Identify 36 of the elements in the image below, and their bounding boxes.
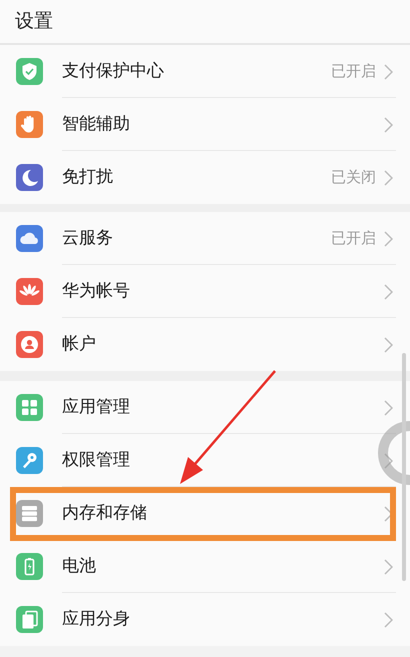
chevron-icon <box>384 506 393 522</box>
row-label: 电池 <box>62 554 96 578</box>
chevron-icon <box>384 400 393 416</box>
chevron-icon <box>384 452 393 468</box>
row-label: 云服务 <box>62 226 113 250</box>
row-label: 应用分身 <box>62 608 130 631</box>
chevron-icon <box>384 284 393 300</box>
row-label: 免打扰 <box>62 166 113 189</box>
settings-row[interactable]: 应用分身 <box>0 593 410 646</box>
status-text: 已开启 <box>331 61 376 82</box>
chevron-icon <box>384 336 393 352</box>
settings-row[interactable]: 免打扰 已关闭 <box>0 151 410 204</box>
chevron-icon <box>384 116 393 132</box>
settings-row[interactable]: 应用管理 <box>0 381 410 434</box>
row-label: 内存和存储 <box>62 502 147 525</box>
status-text: 已关闭 <box>331 167 376 188</box>
settings-row[interactable]: 帐户 <box>0 318 410 371</box>
row-label: 帐户 <box>62 332 96 356</box>
row-label: 华为帐号 <box>62 280 130 303</box>
chevron-icon <box>384 612 393 628</box>
settings-row[interactable]: 电池 <box>0 540 410 593</box>
row-label: 权限管理 <box>62 448 130 472</box>
settings-row[interactable]: 智能辅助 <box>0 98 410 151</box>
settings-row[interactable]: 支付保护中心 已开启 <box>0 45 410 98</box>
status-text: 已开启 <box>331 228 376 250</box>
row-label: 应用管理 <box>62 396 130 419</box>
chevron-icon <box>384 230 393 246</box>
chevron-icon <box>384 170 393 186</box>
row-label: 智能辅助 <box>62 112 130 136</box>
settings-row[interactable]: 云服务 已开启 <box>0 212 410 265</box>
chevron-icon <box>384 558 393 574</box>
settings-row[interactable]: 内存和存储 <box>0 487 410 540</box>
page-title: 设置 <box>15 9 53 34</box>
chevron-icon <box>384 64 393 80</box>
settings-row[interactable]: 华为帐号 <box>0 265 410 318</box>
row-label: 支付保护中心 <box>62 60 164 83</box>
